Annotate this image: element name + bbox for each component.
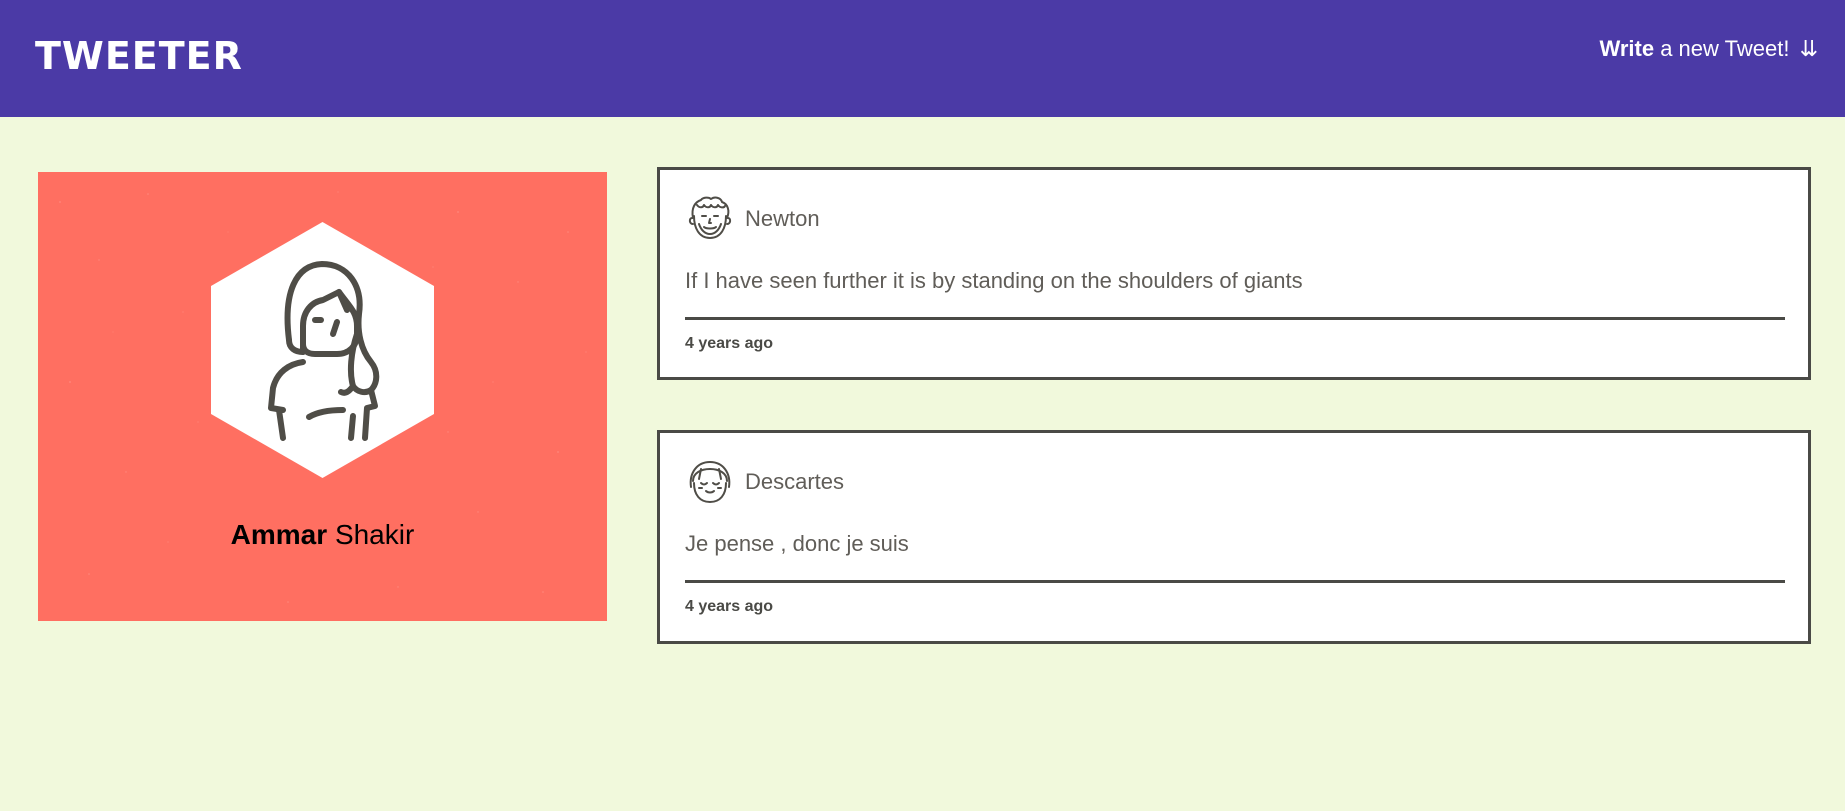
double-down-arrow-icon: ⇊: [1799, 36, 1818, 61]
tweet-divider: [685, 317, 1785, 320]
tweet-header: Descartes: [685, 457, 844, 507]
write-new-tweet-button[interactable]: Write a new Tweet! ⇊: [1599, 35, 1818, 63]
top-nav: TWEETER Write a new Tweet! ⇊: [0, 0, 1845, 117]
tweet-timestamp: 4 years ago: [685, 335, 774, 352]
profile-card: Ammar Shakir: [38, 172, 607, 621]
compose-label-strong: Write: [1599, 36, 1655, 61]
compose-label-rest: a new Tweet!: [1654, 36, 1790, 61]
tweet-author[interactable]: Descartes: [745, 469, 844, 495]
bob-haircut-avatar-icon: [689, 461, 731, 503]
tweet-author[interactable]: Newton: [745, 206, 820, 232]
tweet-text: Je pense , donc je suis: [685, 531, 909, 556]
profile-name: Ammar Shakir: [38, 518, 607, 552]
bearded-man-avatar-icon: [688, 196, 732, 239]
profile-last-name: Shakir: [334, 519, 415, 550]
woman-avatar-icon: [211, 222, 434, 478]
tweet-divider: [685, 580, 1785, 583]
tweet-timestamp: 4 years ago: [685, 598, 774, 615]
tweet-text: If I have seen further it is by standing…: [685, 268, 1303, 293]
tweet-header: Newton: [685, 194, 820, 244]
brand-logo[interactable]: TWEETER: [35, 36, 243, 76]
tweet-card: Descartes Je pense , donc je suis 4 year…: [657, 430, 1811, 644]
tweet-card: Newton If I have seen further it is by s…: [657, 167, 1811, 380]
profile-first-name: Ammar: [230, 519, 328, 550]
